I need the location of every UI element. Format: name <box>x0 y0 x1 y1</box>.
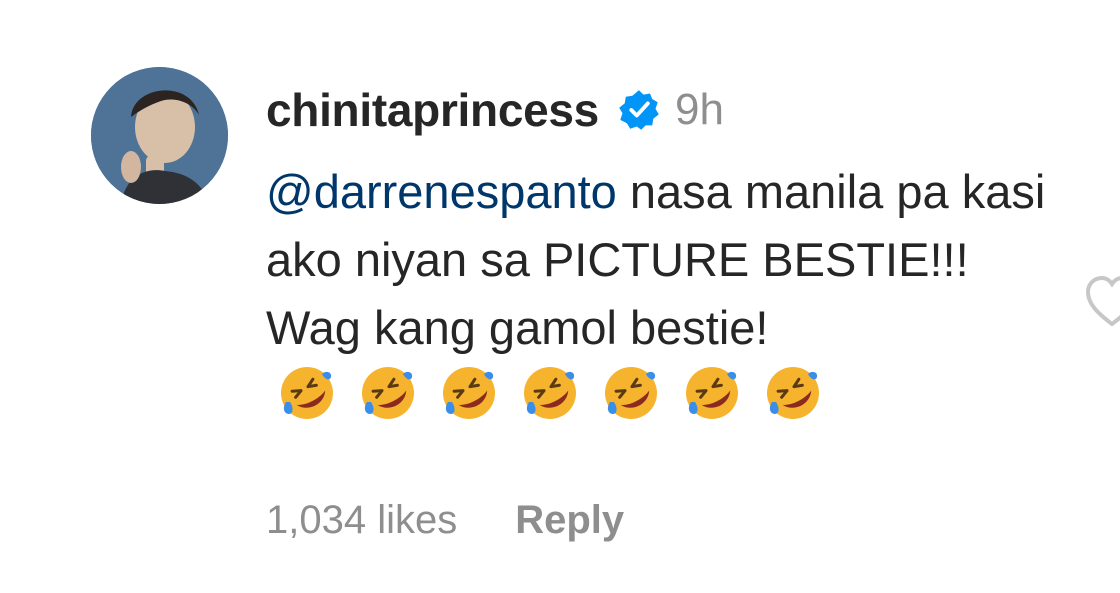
heart-icon[interactable] <box>1082 272 1120 332</box>
avatar[interactable] <box>91 67 228 204</box>
reply-button[interactable]: Reply <box>515 498 624 543</box>
likes-count[interactable]: 1,034 likes <box>266 498 457 543</box>
verified-badge-icon <box>617 88 661 132</box>
rolling-on-floor-laughing-emoji <box>683 364 741 422</box>
emoji-row <box>278 364 822 422</box>
username[interactable]: chinitaprincess <box>266 83 599 137</box>
rolling-on-floor-laughing-emoji <box>440 364 498 422</box>
comment-footer: 1,034 likes Reply <box>266 498 624 543</box>
comment-text: @darrenespanto nasa manila pa kasi ako n… <box>266 158 1066 430</box>
rolling-on-floor-laughing-emoji <box>521 364 579 422</box>
comment-time[interactable]: 9h <box>675 85 724 135</box>
rolling-on-floor-laughing-emoji <box>278 364 336 422</box>
rolling-on-floor-laughing-emoji <box>602 364 660 422</box>
comment-item: chinitaprincess 9h @darrenespanto nasa m… <box>0 0 1120 593</box>
rolling-on-floor-laughing-emoji <box>764 364 822 422</box>
rolling-on-floor-laughing-emoji <box>359 364 417 422</box>
comment-header: chinitaprincess 9h <box>266 80 724 140</box>
mention-link[interactable]: @darrenespanto <box>266 165 617 218</box>
